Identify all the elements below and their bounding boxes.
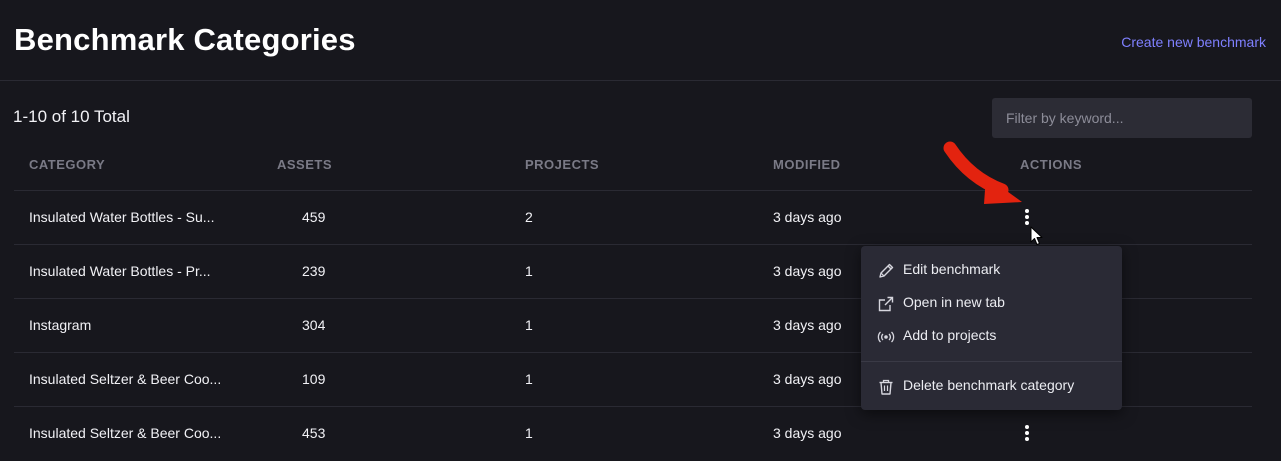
menu-item-add-to-projects[interactable]: Add to projects	[861, 321, 1122, 351]
column-header-assets[interactable]: ASSETS	[277, 157, 332, 172]
category-name[interactable]: Instagram	[29, 299, 249, 352]
projects-count: 1	[525, 263, 533, 279]
projects-count: 1	[525, 371, 533, 387]
projects-count: 1	[525, 317, 533, 333]
category-name[interactable]: Insulated Seltzer & Beer Coo...	[29, 407, 249, 460]
menu-item-label: Add to projects	[903, 327, 997, 343]
menu-item-label: Edit benchmark	[903, 261, 1001, 277]
modified-date: 3 days ago	[773, 317, 842, 333]
projects-count: 2	[525, 209, 533, 225]
assets-count: 304	[302, 317, 326, 333]
table-row[interactable]: Insulated Water Bottles - Su... 459 2 3 …	[14, 191, 1252, 245]
menu-item-open-new-tab[interactable]: Open in new tab	[861, 288, 1122, 318]
assets-count: 453	[302, 425, 326, 441]
column-header-category[interactable]: CATEGORY	[29, 157, 105, 172]
external-link-icon	[878, 296, 894, 312]
table-row[interactable]: Insulated Seltzer & Beer Coo... 453 1 3 …	[14, 407, 1252, 461]
table-header: CATEGORY ASSETS PROJECTS MODIFIED ACTION…	[14, 146, 1252, 191]
projects-count: 1	[525, 425, 533, 441]
trash-icon	[879, 379, 893, 395]
page-header: Benchmark Categories Create new benchmar…	[0, 0, 1281, 81]
page-title: Benchmark Categories	[14, 22, 356, 57]
filter-input[interactable]	[992, 98, 1252, 138]
category-name[interactable]: Insulated Seltzer & Beer Coo...	[29, 353, 249, 406]
broadcast-icon	[877, 331, 895, 343]
column-header-projects[interactable]: PROJECTS	[525, 157, 599, 172]
column-header-modified[interactable]: MODIFIED	[773, 157, 841, 172]
menu-item-label: Open in new tab	[903, 294, 1005, 310]
column-header-actions: ACTIONS	[1020, 157, 1082, 172]
modified-date: 3 days ago	[773, 371, 842, 387]
actions-menu: Edit benchmark Open in new tab Add to pr…	[861, 246, 1122, 410]
assets-count: 459	[302, 209, 326, 225]
modified-date: 3 days ago	[773, 263, 842, 279]
category-name[interactable]: Insulated Water Bottles - Su...	[29, 191, 249, 244]
modified-date: 3 days ago	[773, 209, 842, 225]
menu-divider	[861, 361, 1122, 362]
assets-count: 109	[302, 371, 326, 387]
category-name[interactable]: Insulated Water Bottles - Pr...	[29, 245, 249, 298]
menu-item-delete-category[interactable]: Delete benchmark category	[861, 371, 1122, 401]
menu-item-edit-benchmark[interactable]: Edit benchmark	[861, 255, 1122, 285]
more-actions-icon[interactable]	[1019, 423, 1035, 445]
results-count: 1-10 of 10 Total	[13, 107, 130, 126]
modified-date: 3 days ago	[773, 425, 842, 441]
pencil-icon	[879, 263, 894, 278]
menu-item-label: Delete benchmark category	[903, 377, 1075, 393]
create-benchmark-link[interactable]: Create new benchmark	[1121, 34, 1266, 50]
more-actions-icon[interactable]	[1019, 207, 1035, 229]
assets-count: 239	[302, 263, 326, 279]
